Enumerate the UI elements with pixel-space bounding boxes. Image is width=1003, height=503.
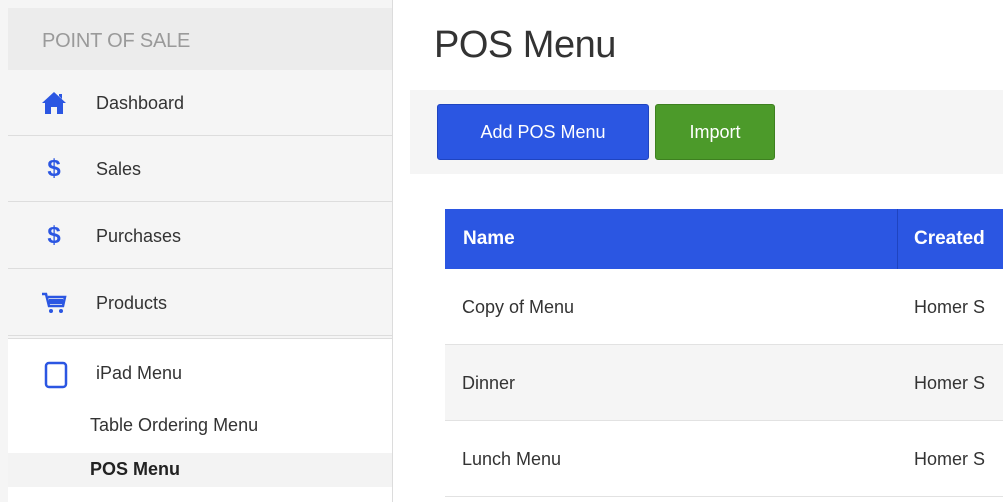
- sidebar-item-products[interactable]: Products: [8, 270, 392, 336]
- page-title: POS Menu: [434, 24, 616, 66]
- tablet-icon: [44, 361, 68, 394]
- sidebar-item-label: Dashboard: [96, 93, 185, 113]
- cell-name: Copy of Menu: [462, 297, 575, 317]
- table-header: Name Created: [445, 209, 1003, 269]
- sidebar-header: POINT OF SALE: [8, 8, 392, 70]
- sidebar-item-label: iPad Menu: [96, 363, 183, 383]
- sidebar-item-dashboard[interactable]: Dashboard: [8, 70, 392, 136]
- cell-name: Dinner: [462, 373, 516, 393]
- add-pos-menu-button[interactable]: Add POS Menu: [437, 104, 649, 160]
- import-button[interactable]: Import: [655, 104, 775, 160]
- dollar-icon: $: [47, 222, 61, 249]
- table-row[interactable]: Lunch Menu Homer S: [445, 421, 1003, 497]
- home-icon: [40, 92, 68, 114]
- column-divider: [897, 209, 898, 269]
- column-header-name[interactable]: Name: [463, 228, 515, 250]
- dollar-icon: $: [47, 155, 61, 182]
- sidebar-item-purchases[interactable]: $ Purchases: [8, 203, 392, 269]
- sidebar: POINT OF SALE Dashboard $ Sales $ Purcha…: [0, 0, 393, 503]
- cart-icon: [40, 292, 68, 314]
- sidebar-item-sales[interactable]: $ Sales: [8, 136, 392, 202]
- cell-created: Homer S: [914, 449, 986, 469]
- table-row[interactable]: Copy of Menu Homer S: [445, 269, 1003, 345]
- sidebar-item-ipad-menu[interactable]: iPad Menu Table Ordering Menu POS Menu: [8, 338, 392, 503]
- sidebar-subitem-pos-menu[interactable]: POS Menu: [8, 453, 392, 487]
- sidebar-item-label: Purchases: [96, 226, 182, 246]
- table-row[interactable]: Dinner Homer S: [445, 345, 1003, 421]
- toolbar: Add POS Menu Import: [410, 90, 1003, 174]
- sidebar-item-label: Products: [96, 293, 168, 313]
- cell-name: Lunch Menu: [462, 449, 562, 469]
- cell-created: Homer S: [914, 373, 986, 393]
- column-header-created[interactable]: Created: [914, 228, 985, 250]
- sidebar-header-label: POINT OF SALE: [42, 30, 191, 52]
- sidebar-item-label: Sales: [96, 159, 142, 179]
- sidebar-subitem-table-ordering-menu[interactable]: Table Ordering Menu: [8, 409, 392, 443]
- cell-created: Homer S: [914, 297, 986, 317]
